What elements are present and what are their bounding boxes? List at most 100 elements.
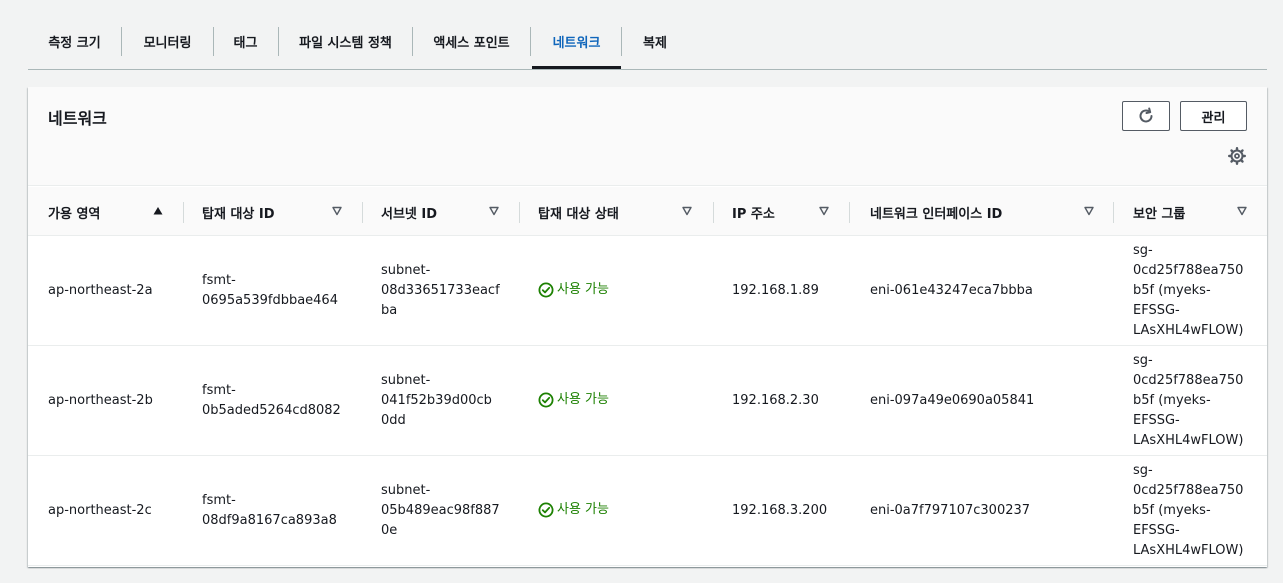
cell-az: ap-northeast-2a (48, 283, 153, 298)
cell-line: LAsXHL4wFLOW) (1133, 323, 1244, 338)
cell-subnet-id: subnet- 041f52b39d00cb 0dd (381, 371, 492, 431)
tab-label: 측정 크기 (48, 35, 101, 51)
column-label: 서브넷 ID (381, 207, 438, 222)
cell-line: sg- (1133, 243, 1153, 258)
cell-line: 05b489eac98f887 (381, 503, 500, 518)
cell-security-groups: sg- 0cd25f788ea750 b5f (myeks- EFSSG- LA… (1133, 351, 1243, 451)
column-header-ip-address[interactable]: IP 주소 (714, 187, 849, 236)
sort-none-icon (682, 206, 692, 216)
cell-ip-address: 192.168.3.200 (732, 503, 828, 518)
cell-line: LAsXHL4wFLOW) (1133, 433, 1244, 448)
status-available-icon (538, 502, 554, 518)
cell-line: EFSSG- (1133, 303, 1180, 318)
cell-line: fsmt- (202, 383, 236, 398)
cell-line: subnet- (381, 373, 431, 388)
cell-line: 0b5aded5264cd8082 (202, 403, 341, 418)
cell-line: 0dd (381, 413, 406, 428)
cell-line: 0695a539fdbbae464 (202, 293, 338, 308)
status-text: 사용 가능 (557, 282, 609, 297)
cell-line: fsmt- (202, 493, 236, 508)
column-header-az[interactable]: 가용 영역 (28, 187, 183, 236)
cell-security-groups: sg- 0cd25f788ea750 b5f (myeks- EFSSG- LA… (1133, 241, 1243, 341)
cell-line: 0cd25f788ea750 (1133, 483, 1244, 498)
column-header-security-groups[interactable]: 보안 그룹 (1114, 187, 1267, 236)
cell-line: subnet- (381, 483, 431, 498)
active-tab-indicator (532, 66, 621, 69)
cell-ip-address: 192.168.1.89 (732, 283, 819, 298)
column-header-mount-target-state[interactable]: 탑재 대상 상태 (520, 187, 713, 236)
cell-state: 사용 가능 (538, 500, 609, 520)
settings-gear-icon[interactable] (1228, 147, 1246, 165)
cell-line: LAsXHL4wFLOW) (1133, 543, 1244, 558)
table-row: ap-northeast-2c fsmt- 08df9a8167ca893a8 … (28, 456, 1267, 566)
refresh-icon (1139, 107, 1153, 123)
status-available-icon (538, 282, 554, 298)
network-panel: 네트워크 관리 가용 영역 탑재 대상 ID 서브넷 ID 탑재 대상 상태 I… (28, 87, 1267, 567)
cell-line: fsmt- (202, 273, 236, 288)
cell-az: ap-northeast-2c (48, 503, 152, 518)
tab-tags[interactable]: 태그 (214, 26, 277, 56)
cell-security-groups: sg- 0cd25f788ea750 b5f (myeks- EFSSG- LA… (1133, 461, 1243, 561)
tab-access-points[interactable]: 액세스 포인트 (413, 26, 530, 56)
cell-line: b5f (myeks- (1133, 503, 1211, 518)
cell-line: subnet- (381, 263, 431, 278)
cell-ip-address: 192.168.2.30 (732, 393, 819, 408)
tab-bar: 측정 크기 모니터링 태그 파일 시스템 정책 액세스 포인트 네트워크 복제 (28, 0, 1267, 70)
table-row: ap-northeast-2a fsmt- 0695a539fdbbae464 … (28, 236, 1267, 346)
cell-line: sg- (1133, 463, 1153, 478)
cell-line: sg- (1133, 353, 1153, 368)
cell-mount-target-id: fsmt- 08df9a8167ca893a8 (202, 491, 337, 531)
tab-label: 복제 (643, 35, 667, 51)
cell-state: 사용 가능 (538, 390, 609, 410)
cell-mount-target-id: fsmt- 0b5aded5264cd8082 (202, 381, 341, 421)
cell-subnet-id: subnet- 08d33651733eacf ba (381, 261, 500, 321)
cell-line: 0e (381, 523, 398, 538)
column-label: 가용 영역 (48, 207, 101, 222)
tab-replication[interactable]: 복제 (622, 26, 688, 56)
manage-button[interactable]: 관리 (1180, 101, 1247, 131)
table-header: 가용 영역 탑재 대상 ID 서브넷 ID 탑재 대상 상태 IP 주소 네트워… (28, 187, 1267, 236)
sort-none-icon (332, 206, 342, 216)
cell-line: EFSSG- (1133, 413, 1180, 428)
sort-none-icon (1084, 206, 1094, 216)
cell-line: 08df9a8167ca893a8 (202, 513, 337, 528)
cell-mount-target-id: fsmt- 0695a539fdbbae464 (202, 271, 338, 311)
tab-label: 네트워크 (552, 35, 601, 51)
tab-network[interactable]: 네트워크 (532, 26, 621, 56)
column-label: IP 주소 (732, 207, 775, 222)
tab-label: 파일 시스템 정책 (299, 35, 392, 51)
cell-line: 0cd25f788ea750 (1133, 373, 1244, 388)
tab-divider (530, 27, 531, 56)
cell-az: ap-northeast-2b (48, 393, 153, 408)
tab-file-system-policy[interactable]: 파일 시스템 정책 (279, 26, 412, 56)
cell-state: 사용 가능 (538, 280, 609, 300)
sort-none-icon (819, 206, 829, 216)
sort-none-icon (1237, 206, 1247, 216)
sort-none-icon (489, 206, 499, 216)
tab-monitoring[interactable]: 모니터링 (122, 26, 213, 56)
cell-network-interface-id: eni-097a49e0690a05841 (870, 393, 1035, 408)
refresh-button[interactable] (1122, 101, 1170, 131)
sort-ascending-icon (153, 207, 163, 215)
status-text: 사용 가능 (557, 502, 609, 517)
table-row: ap-northeast-2b fsmt- 0b5aded5264cd8082 … (28, 346, 1267, 456)
column-header-subnet-id[interactable]: 서브넷 ID (363, 187, 519, 236)
cell-line: ba (381, 303, 398, 318)
column-header-mount-target-id[interactable]: 탑재 대상 ID (184, 187, 362, 236)
tab-metrics[interactable]: 측정 크기 (28, 26, 121, 56)
cell-network-interface-id: eni-061e43247eca7bbba (870, 283, 1033, 298)
column-header-network-interface-id[interactable]: 네트워크 인터페이스 ID (850, 187, 1113, 236)
cell-subnet-id: subnet- 05b489eac98f887 0e (381, 481, 500, 541)
column-label: 탑재 대상 상태 (538, 207, 619, 222)
panel-header: 네트워크 관리 (28, 87, 1267, 186)
cell-line: 0cd25f788ea750 (1133, 263, 1244, 278)
cell-line: 08d33651733eacf (381, 283, 500, 298)
status-available-icon (538, 392, 554, 408)
tab-label: 모니터링 (143, 35, 192, 51)
cell-line: b5f (myeks- (1133, 393, 1211, 408)
cell-line: EFSSG- (1133, 523, 1180, 538)
column-label: 탑재 대상 ID (202, 207, 275, 222)
cell-line: b5f (myeks- (1133, 283, 1211, 298)
cell-line: 041f52b39d00cb (381, 393, 492, 408)
column-label: 네트워크 인터페이스 ID (870, 207, 1003, 222)
